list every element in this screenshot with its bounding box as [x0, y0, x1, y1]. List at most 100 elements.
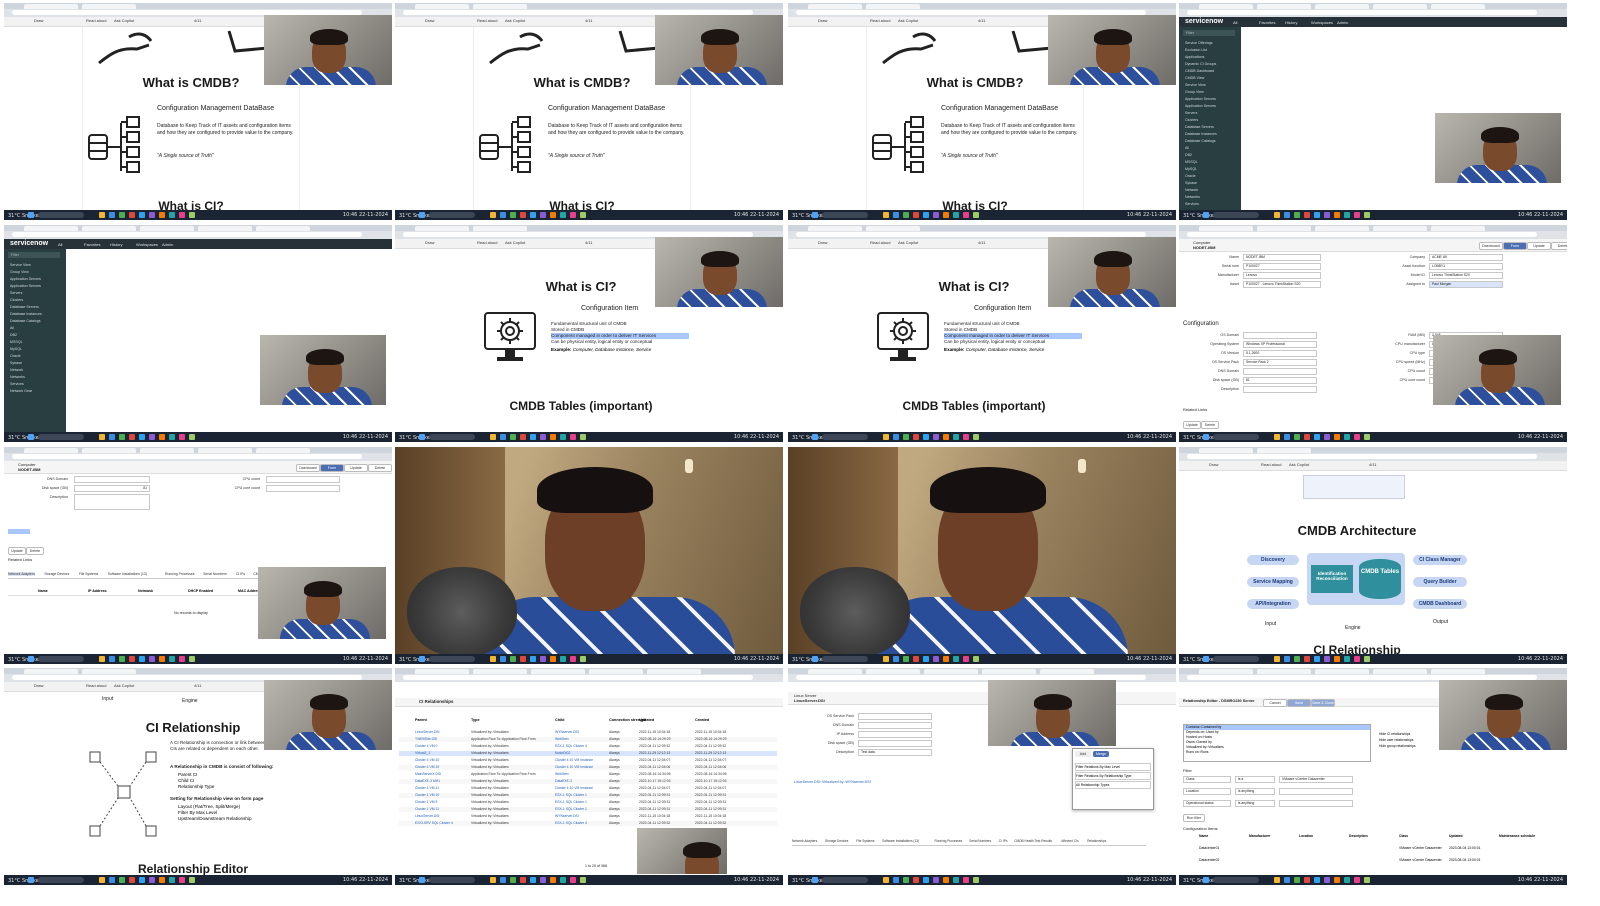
taskbar-app-icon[interactable] [129, 656, 135, 662]
taskbar-app-icon[interactable] [530, 877, 536, 883]
taskbar-app-icon[interactable] [913, 212, 919, 218]
form-button-form[interactable]: Form [320, 464, 344, 472]
taskbar-search[interactable]: Search [822, 212, 868, 218]
taskbar-app-icon[interactable] [1354, 656, 1360, 662]
related-tab[interactable]: Software Installations (13) [108, 572, 147, 576]
column-header[interactable]: Type [471, 718, 480, 722]
nav-item[interactable]: Network [1185, 188, 1198, 192]
taskbar-app-icon[interactable] [893, 434, 899, 440]
taskbar-app-icon[interactable] [530, 434, 536, 440]
windows-start-icon[interactable] [812, 212, 818, 218]
weather-widget[interactable]: 31°C Smoke [399, 878, 430, 884]
browser-tab[interactable] [808, 669, 862, 674]
taskbar-search[interactable]: Search [38, 434, 84, 440]
ask-copilot-button[interactable]: Ask Copilot [898, 18, 918, 23]
tab-strip[interactable] [1179, 225, 1567, 231]
taskbar-app-icon[interactable] [1274, 212, 1280, 218]
ask-copilot-button[interactable]: Ask Copilot [114, 18, 134, 23]
related-tab[interactable]: Running Processes [935, 839, 963, 843]
weather-widget[interactable]: 31°C Smoke [792, 435, 823, 441]
nav-item[interactable]: Oracle [1185, 174, 1196, 178]
taskbar-app-icon[interactable] [129, 434, 135, 440]
related-tab[interactable]: Serial Numbers [203, 572, 226, 576]
browser-tab[interactable] [808, 4, 862, 9]
top-menu-item[interactable]: History [110, 242, 122, 247]
taskbar-app-icon[interactable] [903, 212, 909, 218]
taskbar-app-icon[interactable] [119, 877, 125, 883]
taskbar-app-icon[interactable] [1284, 877, 1290, 883]
browser-tab[interactable] [808, 226, 862, 231]
address-bar[interactable] [1187, 10, 1537, 15]
tab-strip[interactable] [395, 668, 783, 674]
top-menu-item[interactable]: All [58, 242, 62, 247]
taskbar-app-icon[interactable] [913, 877, 919, 883]
ask-copilot-button[interactable]: Ask Copilot [114, 683, 134, 688]
taskbar-app-icon[interactable] [560, 656, 566, 662]
column-header[interactable]: DHCP Enabled [188, 589, 213, 593]
nav-item[interactable]: Servers [1185, 111, 1197, 115]
weather-widget[interactable]: 31°C Smoke [399, 435, 430, 441]
taskbar-app-icon[interactable] [1314, 434, 1320, 440]
page-number[interactable]: 4/11 [194, 683, 202, 688]
draw-button[interactable]: Draw [1209, 462, 1218, 467]
related-tab[interactable]: File Systems [79, 572, 98, 576]
table-row[interactable]: Cluster 4 VM 0 Virtualized by::Virtualize… [399, 744, 777, 749]
taskbar-app-icon[interactable] [943, 212, 949, 218]
top-menu-item[interactable]: All [1233, 20, 1237, 25]
tab-strip[interactable] [4, 225, 392, 231]
column-header[interactable]: Maintenance schedule [1499, 834, 1535, 838]
nav-item[interactable]: Group View [10, 270, 29, 274]
taskbar-app-icon[interactable] [159, 877, 165, 883]
column-header[interactable]: Description [1349, 834, 1368, 838]
tab-strip[interactable] [4, 668, 392, 674]
taskbar-app-icon[interactable] [159, 656, 165, 662]
taskbar-app-icon[interactable] [933, 656, 939, 662]
taskbar-app-icon[interactable] [149, 434, 155, 440]
filter-field[interactable]: Class [1183, 776, 1231, 783]
windows-start-icon[interactable] [1203, 877, 1209, 883]
table-row[interactable]: DataEXE-3 MH1 Virtualized by::Virtualizes… [399, 779, 777, 784]
delete-button[interactable]: Delete [26, 547, 44, 555]
browser-tab[interactable] [531, 669, 585, 674]
windows-start-icon[interactable] [812, 877, 818, 883]
read-aloud-button[interactable]: Read aloud [870, 18, 890, 23]
taskbar-app-icon[interactable] [510, 212, 516, 218]
browser-tab[interactable] [82, 448, 136, 453]
table-cell[interactable]: ESX-1 SQL Cluster 4 [555, 744, 587, 749]
taskbar-search[interactable]: Search [1213, 877, 1259, 883]
taskbar-app-icon[interactable] [510, 877, 516, 883]
page-number[interactable]: 4/11 [194, 18, 202, 23]
weather-widget[interactable]: 31°C Smoke [1183, 213, 1214, 219]
weather-widget[interactable]: 31°C Smoke [1183, 657, 1214, 663]
field-input[interactable] [74, 476, 150, 483]
browser-tab[interactable] [1199, 226, 1253, 231]
taskbar-app-icon[interactable] [139, 877, 145, 883]
page-number[interactable]: 4/11 [978, 240, 986, 245]
filter-field[interactable]: Operational status [1183, 800, 1231, 807]
top-menu-item[interactable]: Admin [162, 242, 173, 247]
table-row[interactable]: LinuxServer.DSI Virtualized by::Virtualiz… [399, 814, 777, 819]
nav-item[interactable]: Services [1185, 202, 1199, 206]
taskbar-app-icon[interactable] [923, 212, 929, 218]
taskbar-app-icon[interactable] [179, 877, 185, 883]
table-row[interactable]: ESXI-SRV SQL Cluster 4 Virtualized by::Vi… [399, 821, 777, 826]
browser-tab[interactable] [1257, 448, 1311, 453]
table-row[interactable]: Cluster 4 VM 19 Virtualized by::Virtualiz… [399, 765, 777, 770]
field-input[interactable]: P100027 [1243, 263, 1321, 270]
taskbar-search[interactable]: Search [1213, 434, 1259, 440]
tab-strip[interactable] [1179, 668, 1567, 674]
table-cell[interactable]: ESX-1 SQL Cluster 1 [555, 800, 587, 805]
taskbar-app-icon[interactable] [923, 877, 929, 883]
taskbar-app-icon[interactable] [1294, 877, 1300, 883]
nav-item[interactable]: DB2 [10, 333, 17, 337]
taskbar-app-icon[interactable] [1324, 656, 1330, 662]
taskbar-app-icon[interactable] [893, 877, 899, 883]
field-input[interactable] [266, 476, 340, 483]
address-bar[interactable] [12, 454, 362, 459]
read-aloud-button[interactable]: Read aloud [477, 18, 497, 23]
browser-tab[interactable] [473, 669, 527, 674]
weather-widget[interactable]: 31°C Smoke [399, 213, 430, 219]
draw-button[interactable]: Draw [818, 18, 827, 23]
table-cell[interactable]: Cluster 4 10 VM Instance [555, 786, 593, 791]
editor-button[interactable]: Cancel [1263, 699, 1287, 707]
